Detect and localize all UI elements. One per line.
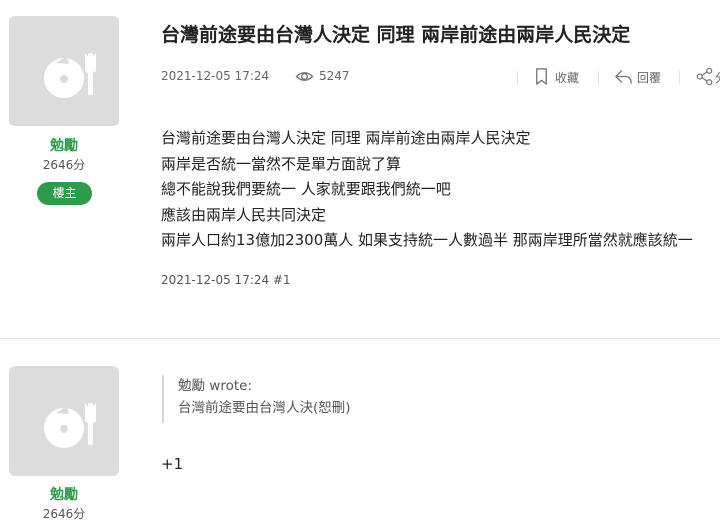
post-body: +1	[161, 455, 184, 473]
post-line: 兩岸是否統一當然不是單方面說了算	[161, 154, 402, 173]
quote-block: 勉勵 wrote: 台灣前途要由台灣人決(恕刪)	[162, 375, 522, 423]
reply-icon	[615, 70, 632, 84]
post-date: 2021-12-05 17:24	[161, 69, 270, 83]
post-2: 勉勵 2646分 勉勵 wrote: 台灣前途要由台灣人決(恕刪) +1	[0, 339, 720, 521]
author-name[interactable]: 勉勵	[9, 484, 119, 504]
share-icon	[696, 67, 713, 86]
post-1: 勉勵 2646分 樓主 台灣前途要由台灣人決定 同理 兩岸前途由兩岸人民決定 2…	[0, 0, 720, 338]
post-line: 總不能說我們要統一 人家就要跟我們統一吧	[161, 180, 451, 198]
share-label: 分享	[715, 69, 720, 86]
avatar[interactable]	[9, 366, 119, 476]
post-meta: 2021-12-05 17:24 5247 收藏 回覆	[161, 67, 720, 87]
post-line: 兩岸人口約13億加2300萬人 如果支持統一人數過半 那兩岸理所當然就應該統一	[161, 231, 693, 249]
post-footer-timestamp: 2021-12-05 17:24 #1	[161, 273, 291, 287]
author-name[interactable]: 勉勵	[9, 135, 119, 155]
avatar[interactable]	[9, 16, 119, 126]
thread-title: 台灣前途要由台灣人決定 同理 兩岸前途由兩岸人民決定	[161, 24, 631, 46]
post-line: 應該由兩岸人民共同決定	[161, 205, 327, 224]
default-avatar-icon	[44, 403, 96, 448]
meta-divider	[598, 71, 599, 84]
favorite-label: 收藏	[555, 71, 580, 85]
post-line: 台灣前途要由台灣人決定 同理 兩岸前途由兩岸人民決定	[161, 129, 531, 147]
view-count-value: 5247	[319, 69, 350, 83]
eye-icon	[295, 72, 314, 81]
meta-divider	[517, 71, 518, 84]
meta-divider	[679, 71, 680, 84]
reply-label: 回覆	[637, 71, 662, 85]
quote-text: 台灣前途要由台灣人決(恕刪)	[178, 400, 351, 416]
author-score: 2646分	[42, 158, 86, 172]
default-avatar-icon	[44, 53, 96, 98]
quote-author: 勉勵 wrote:	[178, 378, 252, 394]
forum-thread-page: 勉勵 2646分 樓主 台灣前途要由台灣人決定 同理 兩岸前途由兩岸人民決定 2…	[0, 0, 720, 521]
bookmark-icon	[536, 68, 547, 85]
post-body: 台灣前途要由台灣人決定 同理 兩岸前途由兩岸人民決定 兩岸是否統一當然不是單方面…	[161, 126, 720, 254]
op-badge: 樓主	[37, 182, 92, 205]
author-score: 2646分	[42, 507, 86, 521]
